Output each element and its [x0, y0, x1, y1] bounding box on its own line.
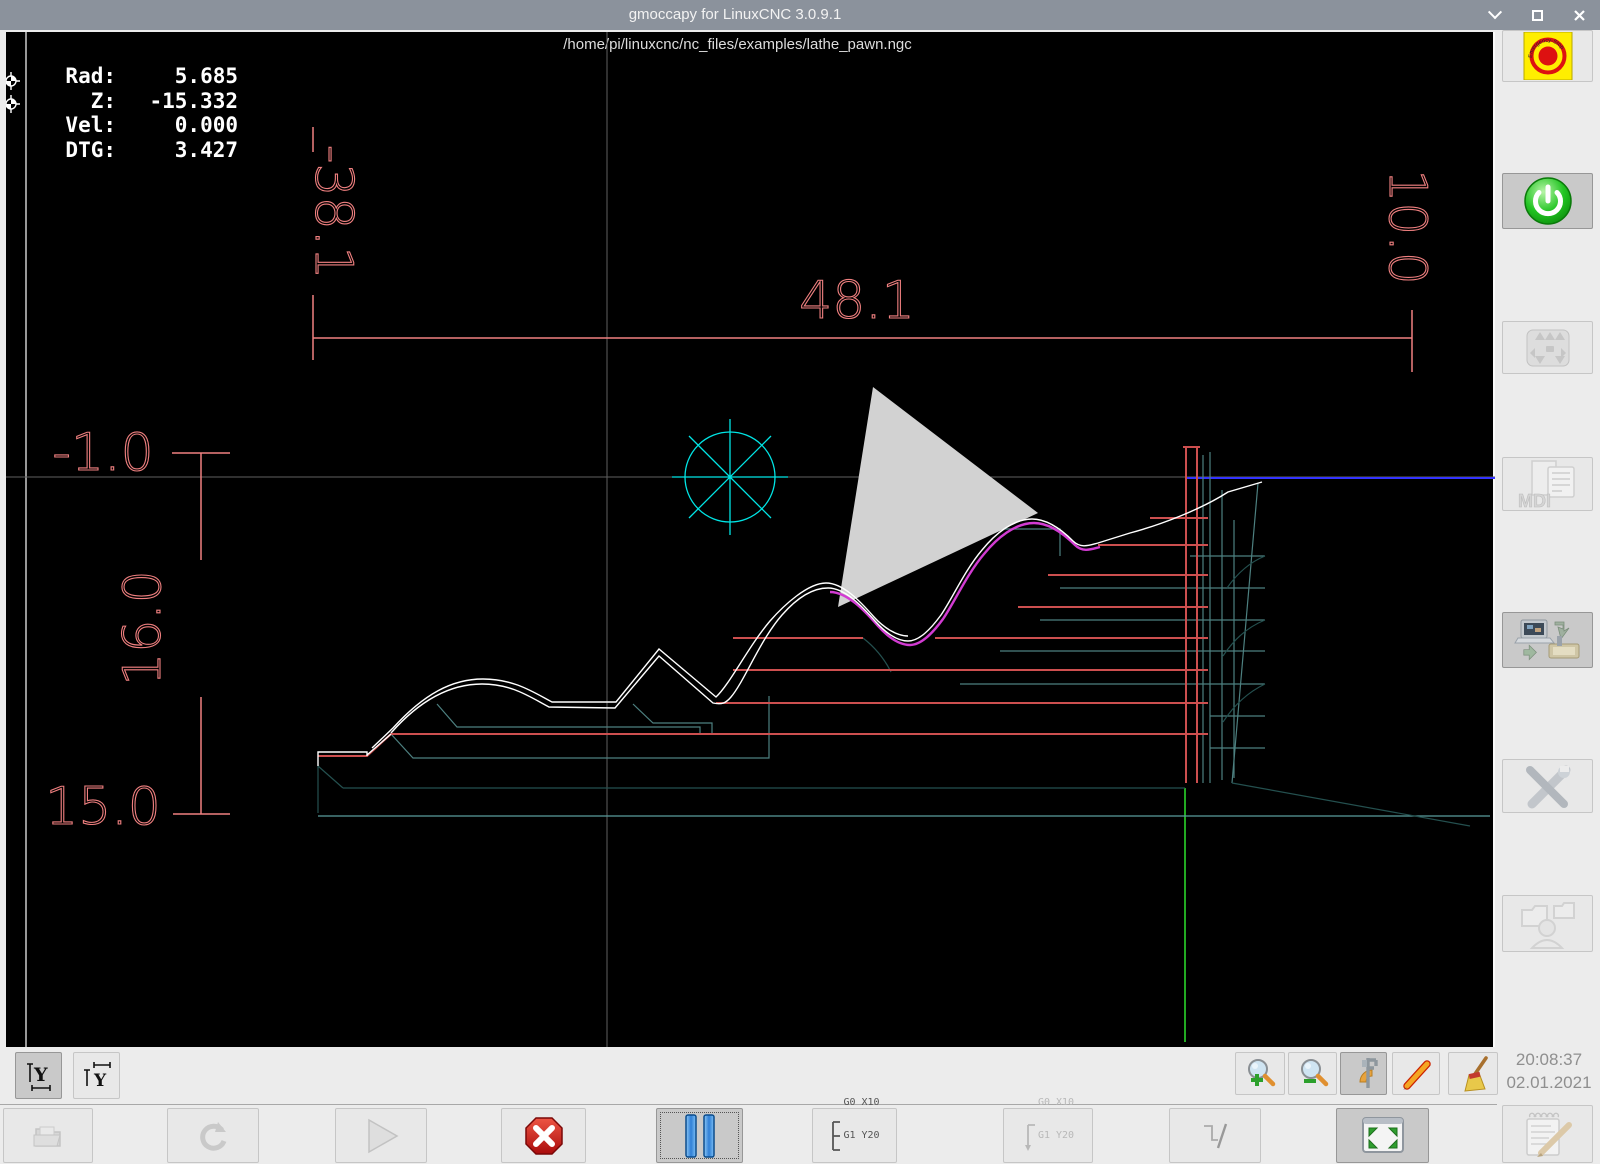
power-icon	[1522, 175, 1574, 227]
dim-top-label: -1.0	[52, 423, 153, 483]
svg-text:Y: Y	[93, 1071, 107, 1091]
pause-program-button[interactable]	[656, 1108, 743, 1163]
clock-date: 02.01.2021	[1500, 1071, 1598, 1094]
line-bracket-icon	[829, 1117, 843, 1155]
dim-right-label: 10.0	[1377, 169, 1437, 285]
folder-open-icon	[30, 1121, 66, 1151]
pencil-icon	[1398, 1056, 1434, 1092]
run-from-line-button[interactable]: G0 X10 G1 Y20 G1 Z30	[812, 1108, 897, 1163]
step-button[interactable]: G0 X10 G1 Y20 G1 Z30	[1003, 1108, 1093, 1163]
view-y2-icon: Y	[81, 1059, 113, 1093]
reload-icon	[195, 1118, 231, 1154]
close-icon	[1573, 9, 1586, 22]
close-button[interactable]	[1570, 6, 1588, 24]
settings-button[interactable]	[1502, 759, 1593, 813]
step-arrow-icon	[1022, 1117, 1038, 1155]
auto-mode-button[interactable]	[1502, 612, 1593, 668]
fullscreen-button[interactable]	[1336, 1108, 1429, 1163]
gcode-line: G0 X10	[843, 1097, 879, 1108]
window-title: gmoccapy for LinuxCNC 3.0.9.1	[0, 0, 1470, 30]
manual-mode-button[interactable]	[1502, 321, 1593, 374]
caliper-icon	[1346, 1056, 1382, 1092]
minimize-button[interactable]	[1486, 6, 1504, 24]
fullscreen-icon	[1359, 1116, 1407, 1156]
dro-value: 0.000	[116, 113, 238, 138]
chevron-down-icon	[1488, 5, 1502, 19]
gcode-line: G1 Y20	[1038, 1130, 1074, 1141]
gcode-line: G0 X10	[1038, 1097, 1074, 1108]
user-folders-icon	[1516, 898, 1580, 950]
pause-icon	[680, 1113, 720, 1159]
notes-button[interactable]	[1502, 1105, 1593, 1163]
dim-mid-label: 16.0	[113, 570, 173, 686]
notepad-icon	[1519, 1109, 1577, 1159]
zoom-out-icon	[1295, 1056, 1331, 1092]
run-program-button[interactable]	[335, 1108, 427, 1163]
mdi-icon: MDI	[1512, 459, 1584, 509]
view-y-button[interactable]: Y	[15, 1052, 62, 1099]
toolpath-canvas: 48.1 -38.1 10.0 -1.0 16.0 15.0	[6, 32, 1495, 1047]
slash-block-icon	[1198, 1118, 1232, 1154]
origin-marker-icons	[6, 72, 20, 113]
skip-optional-blocks-button[interactable]	[1169, 1108, 1261, 1163]
dro-value: 3.427	[116, 138, 238, 163]
dro-row-vel: Vel: 0.000	[54, 113, 238, 138]
dro-value: -15.332	[116, 89, 238, 114]
gcode-preview-text: G0 X10 G1 Y20 G1 Z30	[1038, 1075, 1074, 1164]
dro-label: Z:	[54, 89, 116, 114]
gcode-line: G1 Y20	[843, 1130, 879, 1141]
clock: 20:08:37 02.01.2021	[1500, 1048, 1598, 1094]
part-profile	[318, 482, 1262, 766]
stop-program-button[interactable]	[501, 1108, 586, 1163]
maximize-icon	[1532, 10, 1543, 21]
zoom-in-icon	[1242, 1056, 1278, 1092]
mdi-label: MDI	[1518, 491, 1551, 509]
gcode-preview-text: G0 X10 G1 Y20 G1 Z30	[843, 1075, 879, 1164]
auto-run-icon	[1513, 616, 1583, 664]
svg-text:Y: Y	[33, 1064, 48, 1086]
dro-label: Vel:	[54, 113, 116, 138]
emergency-stop-icon: Emergency-Stop	[1523, 32, 1573, 80]
reload-file-button[interactable]	[167, 1108, 259, 1163]
stop-icon	[523, 1115, 565, 1157]
clock-time: 20:08:37	[1500, 1048, 1598, 1071]
title-bar: gmoccapy for LinuxCNC 3.0.9.1	[0, 0, 1600, 30]
zoom-in-button[interactable]	[1235, 1052, 1285, 1095]
tool-crosshair-icon	[672, 419, 788, 535]
edit-gcode-button[interactable]	[1392, 1052, 1440, 1095]
open-file-button[interactable]	[3, 1108, 93, 1163]
view-y2-button[interactable]: Y	[73, 1052, 120, 1099]
clear-plot-button[interactable]	[1448, 1052, 1498, 1095]
rapid-move-lines-dark	[318, 556, 1470, 826]
maximize-button[interactable]	[1528, 6, 1546, 24]
estop-button[interactable]: Emergency-Stop	[1502, 30, 1593, 82]
dro-readout: Rad: 5.685 Z: -15.332 Vel: 0.000 DTG: 3.…	[54, 64, 238, 162]
dro-row-rad: Rad: 5.685	[54, 64, 238, 89]
axis-lines	[6, 32, 1495, 1047]
dim-bottom-label: 15.0	[45, 777, 161, 837]
toolbar-separator	[0, 1104, 1497, 1105]
play-icon	[361, 1116, 401, 1156]
dro-value: 5.685	[116, 64, 238, 89]
gremlin-preview[interactable]: /home/pi/linuxcnc/nc_files/examples/lath…	[6, 32, 1495, 1047]
tool-dimensions-button[interactable]	[1340, 1052, 1387, 1095]
dro-row-dtg: DTG: 3.427	[54, 138, 238, 163]
dro-label: Rad:	[54, 64, 116, 89]
dro-label: DTG:	[54, 138, 116, 163]
broom-icon	[1455, 1055, 1491, 1093]
dim-width-label: 48.1	[799, 271, 915, 331]
machine-on-button[interactable]	[1502, 173, 1593, 229]
tools-icon	[1518, 762, 1578, 810]
tool-cone	[838, 387, 1038, 607]
view-y-icon: Y	[23, 1059, 55, 1093]
zoom-out-button[interactable]	[1288, 1052, 1337, 1095]
dro-row-z: Z: -15.332	[54, 89, 238, 114]
user-settings-button[interactable]	[1502, 895, 1593, 952]
gmoccapy-window: gmoccapy for LinuxCNC 3.0.9.1 /home/pi/l…	[0, 0, 1600, 1164]
mdi-mode-button[interactable]: MDI	[1502, 457, 1593, 511]
feed-move-lines	[318, 447, 1208, 783]
window-controls	[1486, 0, 1600, 30]
dim-left-label: -38.1	[303, 145, 363, 280]
jog-arrows-icon	[1521, 326, 1575, 370]
